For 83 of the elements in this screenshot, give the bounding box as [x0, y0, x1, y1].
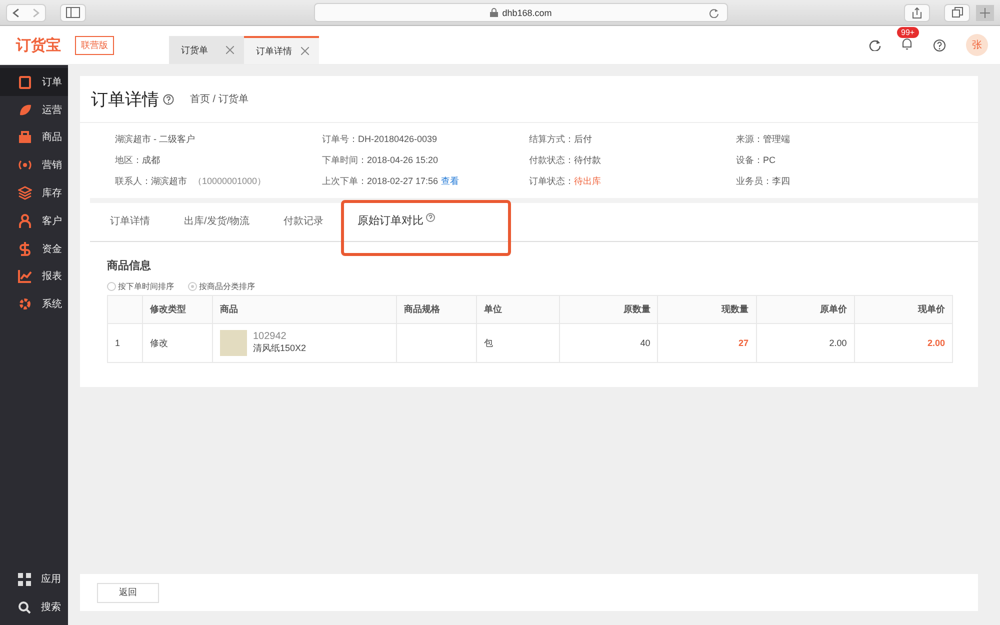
dollar-icon	[18, 242, 32, 256]
sidebar-item[interactable]: 系统	[0, 290, 68, 318]
column-header: 商品	[212, 296, 396, 324]
help-icon[interactable]	[933, 38, 946, 52]
column-header: 修改类型	[142, 296, 212, 324]
column-header: 商品规格	[396, 296, 476, 324]
browser-nav-buttons[interactable]	[6, 4, 46, 22]
table-cell: 40	[560, 324, 658, 362]
sidebar-item[interactable]: 运营	[0, 96, 68, 124]
info-field: 设备：PC	[736, 154, 776, 167]
sidebar-item[interactable]: 搜索	[0, 593, 68, 621]
clipboard-icon	[18, 74, 32, 89]
close-icon[interactable]	[226, 46, 234, 54]
sidebar-item[interactable]: 资金	[0, 234, 68, 263]
column-header: 单位	[476, 296, 560, 324]
info-field: 付款状态：待付款	[529, 154, 601, 167]
info-field: 地区：成都	[115, 154, 160, 167]
share-icon[interactable]	[904, 4, 930, 22]
back-button[interactable]: 返回	[97, 582, 159, 602]
info-field: 湖滨超市 - 二级客户	[115, 133, 195, 146]
info-field: 订单号：DH-20180426-0039	[322, 133, 438, 146]
reload-icon[interactable]	[709, 8, 719, 18]
person-icon	[18, 214, 32, 228]
sidebar-item[interactable]: 订单	[0, 68, 68, 96]
address-bar[interactable]: dhb168.com	[314, 3, 728, 22]
detail-tab[interactable]: 付款记录	[280, 200, 327, 241]
help-icon[interactable]	[163, 94, 174, 104]
row-number: 1	[108, 324, 142, 362]
column-header: 原数量	[560, 296, 658, 324]
bell-icon[interactable]	[901, 38, 913, 50]
info-field: 下单时间：2018-04-26 15:20	[322, 154, 438, 167]
bag-icon	[18, 130, 32, 144]
search-icon	[18, 600, 31, 614]
table-cell: 27	[658, 324, 756, 362]
grid-icon	[18, 572, 31, 586]
info-field: 结算方式：后付	[529, 133, 592, 146]
product-code: 102942	[253, 331, 288, 342]
sidebar-item[interactable]: 客户	[0, 206, 68, 235]
detail-tab[interactable]: 出库/发货/物流	[181, 200, 253, 241]
view-link[interactable]: 查看	[441, 175, 460, 188]
sidebar-item[interactable]: 营销	[0, 151, 68, 180]
column-header: 现单价	[854, 296, 952, 324]
sidebar-toggle-icon[interactable]	[60, 4, 86, 22]
sidebar-item[interactable]: 应用	[0, 565, 68, 594]
page-tab[interactable]: 订货单	[169, 36, 244, 64]
table-cell: 包	[476, 324, 560, 362]
info-field: 业务员：李四	[736, 175, 790, 188]
page-tab[interactable]: 订单详情	[244, 36, 319, 64]
info-field: 订单状态：待出库	[529, 175, 601, 188]
sidebar-item[interactable]: 报表	[0, 262, 68, 290]
table-cell: 2.00	[854, 324, 952, 362]
column-header: 现数量	[658, 296, 756, 324]
table-cell: 修改	[142, 324, 212, 362]
app-logo: 订货宝	[16, 36, 61, 54]
product-name: 清风纸150X2	[253, 342, 306, 355]
edition-tag: 联营版	[75, 36, 114, 54]
table-cell: 2.00	[756, 324, 854, 362]
layers-icon	[18, 186, 32, 200]
gear-icon	[18, 297, 32, 312]
signal-icon	[18, 158, 32, 172]
detail-tab[interactable]: 原始订单对比	[340, 200, 511, 256]
info-field: 上次下单：2018-02-27 17:56	[322, 175, 438, 188]
refresh-icon[interactable]	[869, 39, 881, 51]
info-field: 来源：管理端	[736, 133, 790, 146]
breadcrumb: 首页 / 订货单	[190, 92, 248, 106]
sidebar-item[interactable]: 库存	[0, 179, 68, 207]
page-title: 订单详情	[91, 88, 159, 110]
photo-placeholder	[220, 330, 247, 356]
column-header: 原单价	[756, 296, 854, 324]
section-title: 商品信息	[107, 258, 152, 273]
leaf-icon	[18, 102, 32, 117]
notification-badge: 99+	[897, 26, 919, 38]
sort-radio[interactable]: 按商品分类排序	[188, 281, 255, 292]
chart-icon	[18, 269, 32, 284]
lock-icon	[490, 8, 498, 17]
tabs-icon[interactable]	[944, 4, 970, 22]
info-field: 联系人：湖滨超市 （10000001000）	[115, 175, 266, 188]
sidebar-item[interactable]: 商品	[0, 124, 68, 152]
detail-tab[interactable]: 订单详情	[107, 200, 153, 241]
sort-radio[interactable]: 按下单时间排序	[107, 281, 174, 292]
new-tab-icon[interactable]	[976, 4, 994, 20]
close-icon[interactable]	[301, 47, 309, 55]
help-icon	[426, 213, 435, 222]
